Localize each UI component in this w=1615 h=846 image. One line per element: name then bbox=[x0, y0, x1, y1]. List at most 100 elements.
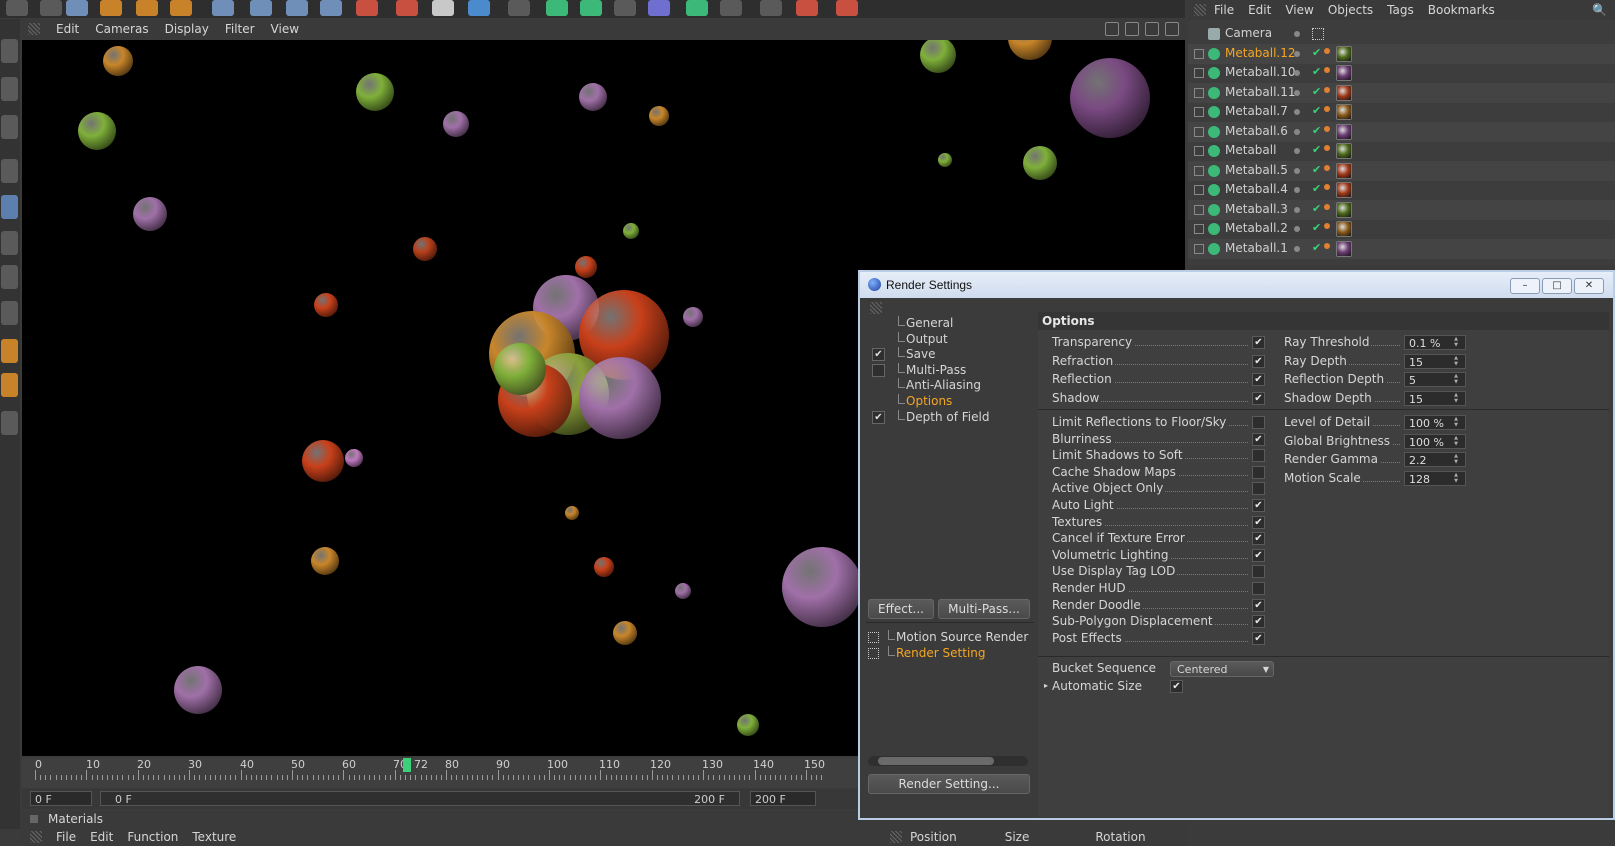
enabled-check-icon[interactable]: ✔ bbox=[1312, 143, 1321, 156]
spinner-arrows-icon[interactable]: ▲▼ bbox=[1448, 435, 1463, 447]
toolbar-tool-icon[interactable] bbox=[320, 0, 342, 16]
toolbar-tool-icon[interactable] bbox=[212, 0, 234, 16]
object-menu-bookmarks[interactable]: Bookmarks bbox=[1428, 3, 1495, 17]
nav-item-depth-of-field[interactable]: ✔ Depth of Field bbox=[866, 409, 1034, 426]
end-frame-field[interactable]: 200 F bbox=[750, 791, 816, 806]
left-tool-icon[interactable] bbox=[1, 411, 18, 435]
option-checkbox[interactable]: ✔ bbox=[1252, 336, 1265, 349]
camera-tag-icon[interactable] bbox=[1312, 28, 1324, 40]
nav-enable-checkbox[interactable]: ✔ bbox=[872, 348, 885, 362]
enabled-check-icon[interactable]: ✔ bbox=[1312, 104, 1321, 117]
toolbar-tool-icon[interactable] bbox=[100, 0, 122, 16]
option-checkbox[interactable]: ✔ bbox=[1252, 432, 1265, 446]
render-tag-icon[interactable] bbox=[1324, 67, 1330, 73]
object-row[interactable]: Metaball.10 ✔ bbox=[1188, 63, 1615, 83]
option-checkbox[interactable]: ✔ bbox=[1252, 354, 1265, 368]
toolbar-tool-icon[interactable] bbox=[356, 0, 378, 16]
enabled-check-icon[interactable]: ✔ bbox=[1312, 85, 1321, 98]
field-input[interactable]: 0.1 % ▲▼ bbox=[1404, 335, 1466, 350]
left-tool-icon[interactable] bbox=[1, 231, 18, 255]
render-tag-icon[interactable] bbox=[1324, 86, 1330, 93]
object-row[interactable]: Metaball.11 ✔ bbox=[1188, 82, 1615, 103]
material-tag-icon[interactable] bbox=[1336, 162, 1352, 179]
field-input[interactable]: 5 ▲▼ bbox=[1404, 372, 1466, 387]
effect-button[interactable]: Effect... bbox=[868, 599, 934, 619]
expand-icon[interactable] bbox=[1194, 68, 1204, 78]
option-checkbox[interactable] bbox=[1252, 449, 1265, 463]
left-tool-icon[interactable] bbox=[1, 77, 18, 101]
option-checkbox[interactable] bbox=[1252, 465, 1265, 479]
render-tag-icon[interactable] bbox=[1324, 242, 1330, 249]
render-tag-icon[interactable] bbox=[1324, 145, 1330, 151]
left-tool-icon[interactable] bbox=[1, 265, 18, 289]
field-input[interactable]: 2.2 ▲▼ bbox=[1404, 452, 1466, 467]
expand-icon[interactable] bbox=[1194, 224, 1204, 234]
enabled-check-icon[interactable]: ✔ bbox=[1312, 46, 1321, 59]
expand-icon[interactable] bbox=[1194, 107, 1204, 117]
material-tag-icon[interactable] bbox=[1336, 201, 1352, 218]
option-checkbox[interactable] bbox=[1252, 582, 1265, 595]
spinner-arrows-icon[interactable]: ▲▼ bbox=[1448, 373, 1463, 385]
render-tag-icon[interactable] bbox=[1324, 106, 1330, 112]
expand-icon[interactable] bbox=[1194, 87, 1204, 98]
nav-scrollbar[interactable] bbox=[868, 756, 1028, 766]
object-menu-view[interactable]: View bbox=[1285, 3, 1313, 17]
toolbar-tool-icon[interactable] bbox=[686, 0, 708, 16]
toolbar-tool-icon[interactable] bbox=[286, 0, 308, 16]
material-tag-icon[interactable] bbox=[1336, 221, 1352, 237]
enabled-check-icon[interactable]: ✔ bbox=[1312, 221, 1321, 234]
object-row[interactable]: Metaball.7 ✔ bbox=[1188, 102, 1615, 122]
visibility-dot-icon[interactable] bbox=[1294, 89, 1300, 96]
field-input[interactable]: 128 ▲▼ bbox=[1404, 470, 1466, 486]
move-icon[interactable] bbox=[1105, 22, 1119, 36]
option-checkbox[interactable]: ✔ bbox=[1252, 515, 1265, 529]
object-row[interactable]: Metaball.6 ✔ bbox=[1188, 121, 1615, 142]
object-row[interactable]: Metaball.3 ✔ bbox=[1188, 199, 1615, 220]
enabled-check-icon[interactable]: ✔ bbox=[1312, 182, 1321, 195]
visibility-dot-icon[interactable] bbox=[1294, 167, 1300, 174]
object-row[interactable]: Camera bbox=[1188, 24, 1615, 44]
object-row[interactable]: Metaball.5 ✔ bbox=[1188, 160, 1615, 181]
toolbar-tool-icon[interactable] bbox=[760, 0, 782, 16]
toolbar-tool-icon[interactable] bbox=[432, 0, 454, 16]
enabled-check-icon[interactable]: ✔ bbox=[1312, 241, 1321, 254]
spinner-arrows-icon[interactable]: ▲▼ bbox=[1448, 336, 1463, 348]
field-input[interactable]: 15 ▲▼ bbox=[1404, 390, 1466, 406]
left-tool-icon[interactable] bbox=[1, 301, 18, 325]
toolbar-tool-icon[interactable] bbox=[468, 0, 490, 16]
visibility-dot-icon[interactable] bbox=[1294, 31, 1300, 37]
nav-item-anti-aliasing[interactable]: Anti-Aliasing bbox=[866, 378, 1034, 394]
visibility-dot-icon[interactable] bbox=[1294, 148, 1300, 154]
nav-enable-checkbox[interactable] bbox=[872, 363, 885, 377]
enabled-check-icon[interactable]: ✔ bbox=[1312, 65, 1321, 78]
toolbar-tool-icon[interactable] bbox=[648, 0, 670, 16]
toolbar-tool-icon[interactable] bbox=[546, 0, 568, 16]
maximize-icon[interactable] bbox=[1165, 22, 1179, 36]
expand-icon[interactable] bbox=[1194, 126, 1204, 137]
left-tool-icon[interactable] bbox=[1, 339, 18, 363]
enabled-check-icon[interactable]: ✔ bbox=[1312, 163, 1321, 176]
enabled-check-icon[interactable]: ✔ bbox=[1312, 124, 1321, 137]
visibility-dot-icon[interactable] bbox=[1294, 206, 1300, 213]
toolbar-tool-icon[interactable] bbox=[136, 0, 158, 16]
minimize-button[interactable]: – bbox=[1510, 278, 1540, 294]
toolbar-tool-icon[interactable] bbox=[720, 0, 742, 16]
toolbar-tool-icon[interactable] bbox=[396, 0, 418, 16]
material-tag-icon[interactable] bbox=[1336, 45, 1352, 62]
expand-icon[interactable] bbox=[1194, 165, 1204, 176]
material-tag-icon[interactable] bbox=[1336, 143, 1352, 159]
visibility-dot-icon[interactable] bbox=[1294, 245, 1300, 252]
visibility-dot-icon[interactable] bbox=[1294, 50, 1300, 57]
enabled-check-icon[interactable]: ✔ bbox=[1312, 202, 1321, 215]
scrollbar-thumb[interactable] bbox=[878, 757, 994, 765]
option-checkbox[interactable]: ✔ bbox=[1252, 532, 1265, 546]
visibility-dot-icon[interactable] bbox=[1294, 128, 1300, 135]
spinner-arrows-icon[interactable]: ▲▼ bbox=[1448, 355, 1463, 367]
toolbar-tool-icon[interactable] bbox=[614, 0, 636, 16]
search-icon[interactable]: 🔍 bbox=[1592, 3, 1607, 17]
option-checkbox[interactable] bbox=[1252, 565, 1265, 579]
toolbar-tool-icon[interactable] bbox=[170, 0, 192, 16]
object-row[interactable]: Metaball.1 ✔ bbox=[1188, 238, 1615, 259]
render-tag-icon[interactable] bbox=[1324, 184, 1330, 190]
bucket-sequence-dropdown[interactable]: Centered ▼ bbox=[1170, 661, 1274, 677]
